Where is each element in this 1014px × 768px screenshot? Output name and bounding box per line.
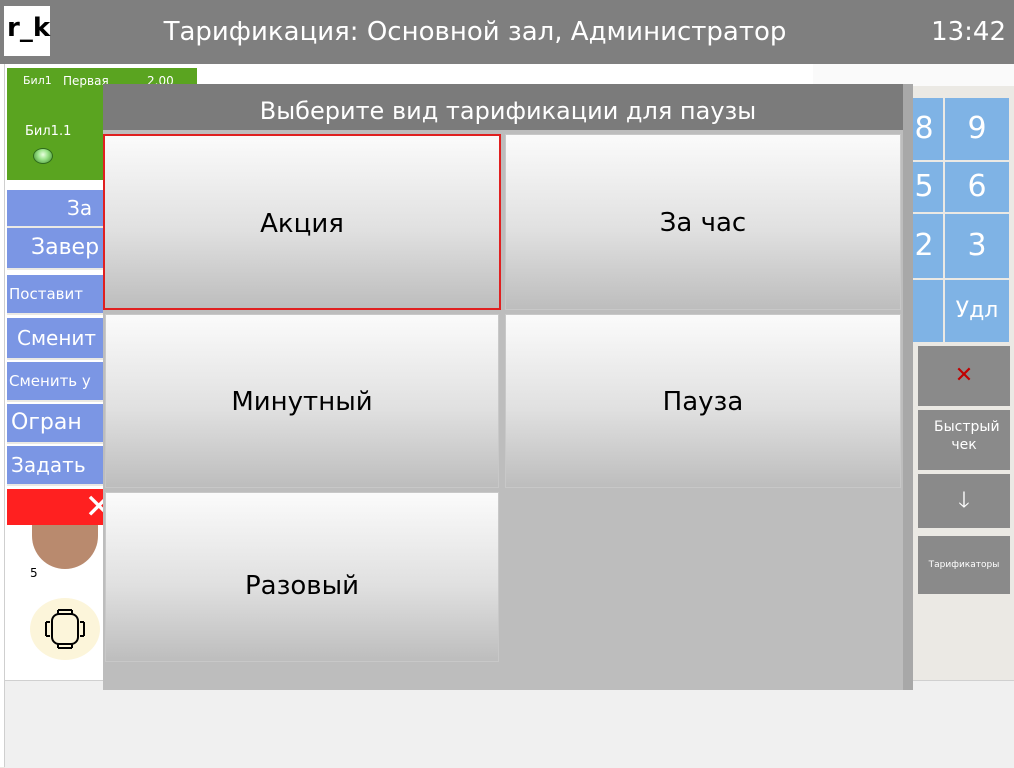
dialog-title: Выберите вид тарификации для паузы bbox=[103, 84, 913, 130]
tariff-option-minute[interactable]: Минутный bbox=[105, 314, 499, 488]
table-icon-free[interactable] bbox=[30, 598, 100, 660]
option-label: Пауза bbox=[662, 387, 744, 417]
scroll-down-button[interactable]: 🡓 bbox=[918, 474, 1010, 528]
table-tariff: Первая bbox=[63, 74, 109, 88]
tariff-option-hourly[interactable]: За час bbox=[505, 134, 901, 310]
tariff-option-single[interactable]: Разовый bbox=[105, 492, 499, 662]
action-label: За bbox=[67, 196, 93, 220]
action-label: Задать bbox=[11, 453, 86, 477]
close-panel-button[interactable]: ✕ bbox=[7, 487, 117, 527]
tariffs-button[interactable]: Тарификаторы bbox=[918, 536, 1010, 594]
key-label: 9 bbox=[967, 111, 987, 146]
status-led-icon bbox=[33, 148, 53, 164]
tariff-option-promo[interactable]: Акция bbox=[103, 134, 501, 310]
table-hall: Бил1 bbox=[23, 74, 52, 87]
key-label: 8 bbox=[914, 111, 934, 146]
key-6[interactable]: 6 bbox=[945, 162, 1009, 212]
page-title: Тарификация: Основной зал, Администратор bbox=[163, 17, 787, 47]
cancel-button[interactable]: ✕ bbox=[918, 346, 1010, 406]
key-label: 5 bbox=[914, 169, 934, 204]
option-label: Акция bbox=[260, 209, 344, 239]
tariff-option-pause[interactable]: Пауза bbox=[505, 314, 901, 488]
key-3[interactable]: 3 bbox=[945, 214, 1009, 278]
action-label: Сменит bbox=[17, 326, 97, 350]
top-right-strip bbox=[813, 64, 1014, 86]
arrow-down-icon: 🡓 bbox=[958, 488, 970, 513]
key-label: 2 bbox=[914, 228, 934, 263]
dialog-edge bbox=[903, 84, 913, 690]
quick-check-button[interactable]: Быстрый чек bbox=[918, 410, 1010, 470]
status-bar bbox=[5, 680, 1014, 768]
table-name: Бил1.1 bbox=[25, 124, 72, 139]
option-label: Разовый bbox=[244, 571, 360, 601]
header-bar: r_k Тарификация: Основной зал, Администр… bbox=[0, 0, 1014, 65]
key-label: 6 bbox=[967, 169, 987, 204]
key-label: Удл bbox=[955, 298, 999, 323]
action-label: Сменить у bbox=[9, 372, 91, 390]
key-label: 3 bbox=[967, 228, 987, 263]
app-logo: r_k bbox=[4, 6, 50, 56]
table-shape-icon bbox=[45, 609, 85, 649]
tariff-selection-dialog: Выберите вид тарификации для паузы Акция… bbox=[103, 84, 913, 690]
quick-check-label: Быстрый чек bbox=[934, 419, 1000, 453]
tariffs-label: Тарификаторы bbox=[928, 560, 1000, 570]
option-label: Минутный bbox=[231, 387, 373, 417]
table-number: 5 bbox=[30, 566, 38, 580]
key-backspace[interactable]: Удл bbox=[945, 280, 1009, 342]
option-label: За час bbox=[659, 208, 747, 238]
action-label: Поставит bbox=[9, 285, 83, 303]
key-9[interactable]: 9 bbox=[945, 98, 1009, 160]
clock: 13:42 bbox=[931, 17, 1006, 47]
action-label: Огран bbox=[11, 410, 82, 435]
close-icon: ✕ bbox=[954, 363, 974, 388]
action-label: Завер bbox=[31, 235, 100, 260]
